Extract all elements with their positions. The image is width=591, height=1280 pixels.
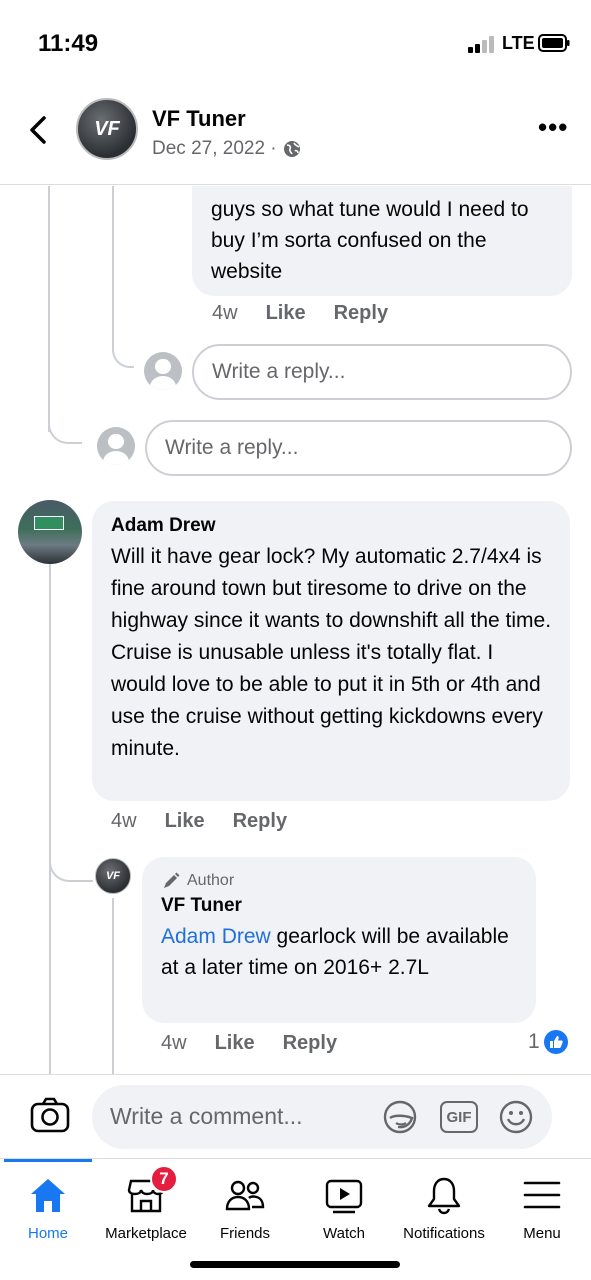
back-icon[interactable]	[26, 115, 50, 145]
tab-watch[interactable]: Watch	[296, 1159, 392, 1249]
tab-label: Menu	[523, 1225, 561, 1242]
comment-placeholder: Write a comment...	[110, 1103, 303, 1129]
author-avatar[interactable]: VF	[95, 858, 131, 894]
comment-meta: 4w Like Reply	[111, 810, 287, 833]
commenter-avatar[interactable]	[18, 500, 82, 564]
thread-line	[48, 186, 50, 432]
author-reply-text: Adam Drew gearlock will be available at …	[161, 921, 518, 983]
author-badge-label: Author	[187, 872, 235, 889]
author-reply-bubble: Author VF Tuner Adam Drew gearlock will …	[142, 857, 536, 1023]
like-button[interactable]: Like	[266, 302, 306, 325]
reaction-count[interactable]: 1	[528, 1030, 568, 1054]
commenter-name[interactable]: Adam Drew	[111, 515, 552, 537]
thread-connector	[49, 846, 93, 882]
battery-icon	[538, 34, 570, 52]
post-header: VF VF Tuner Dec 27, 2022 · •••	[0, 90, 591, 185]
comment-age: 4w	[111, 810, 137, 832]
watch-icon	[325, 1179, 363, 1214]
friends-icon	[225, 1180, 265, 1211]
reply-bubble: guys so what tune would I need to buy I’…	[192, 186, 572, 296]
gif-button[interactable]: GIF	[440, 1101, 478, 1133]
home-icon	[31, 1179, 65, 1212]
bell-icon	[427, 1177, 461, 1215]
tab-label: Notifications	[403, 1225, 485, 1242]
user-avatar	[97, 427, 135, 465]
author-reply-meta: 4w Like Reply	[161, 1032, 337, 1055]
reply-text: guys so what tune would I need to buy I’…	[211, 198, 529, 283]
post-date: Dec 27, 2022 ·	[152, 138, 301, 160]
thread-line-nested	[112, 898, 114, 1074]
network-label: LTE	[502, 33, 535, 53]
thread-line-nested	[112, 186, 114, 346]
thread-connector	[48, 406, 82, 444]
reply-age: 4w	[212, 302, 238, 324]
tab-notifications[interactable]: Notifications	[392, 1159, 496, 1249]
author-name[interactable]: VF Tuner	[161, 895, 518, 917]
bottom-tab-bar: Home 7 Marketplace Friends Watch Notific…	[0, 1158, 591, 1280]
pen-icon	[164, 872, 180, 888]
comment-composer: Write a comment... GIF	[0, 1074, 591, 1158]
author-badge: Author	[161, 871, 518, 891]
tab-home[interactable]: Home	[0, 1159, 96, 1249]
thread-line	[49, 564, 51, 1074]
more-options-icon[interactable]: •••	[538, 112, 568, 143]
comment-input[interactable]: Write a comment... GIF	[92, 1085, 552, 1149]
page-title[interactable]: VF Tuner	[152, 106, 246, 132]
camera-icon[interactable]	[30, 1097, 70, 1133]
comment-bubble: Adam Drew Will it have gear lock? My aut…	[92, 501, 570, 801]
reaction-count-value: 1	[528, 1030, 540, 1053]
tab-label: Marketplace	[105, 1225, 187, 1242]
like-button[interactable]: Like	[165, 810, 205, 833]
sticker-icon[interactable]	[382, 1099, 418, 1135]
post-date-text: Dec 27, 2022 ·	[152, 138, 277, 159]
globe-icon	[283, 141, 300, 157]
author-reply-age: 4w	[161, 1032, 187, 1054]
thread-connector-nested	[112, 336, 134, 368]
reply-button[interactable]: Reply	[283, 1032, 337, 1055]
reply-input-nested[interactable]: Write a reply...	[192, 344, 572, 400]
reply-button[interactable]: Reply	[233, 810, 287, 833]
user-avatar	[144, 352, 182, 390]
menu-icon	[523, 1181, 561, 1209]
tab-friends[interactable]: Friends	[196, 1159, 294, 1249]
marketplace-badge: 7	[150, 1165, 178, 1193]
status-bar: 11:49 LTE	[0, 0, 591, 90]
reply-meta: 4w Like Reply	[212, 302, 388, 325]
tab-label: Watch	[323, 1225, 365, 1242]
mention-link[interactable]: Adam Drew	[161, 925, 271, 948]
reply-button[interactable]: Reply	[334, 302, 388, 325]
comment-text: Will it have gear lock? My automatic 2.7…	[111, 545, 552, 760]
like-button[interactable]: Like	[215, 1032, 255, 1055]
home-indicator	[190, 1261, 400, 1268]
tab-menu[interactable]: Menu	[496, 1159, 588, 1249]
tab-label: Friends	[219, 1225, 271, 1242]
signal-icon	[468, 35, 496, 53]
comments-feed[interactable]: guys so what tune would I need to buy I’…	[0, 186, 591, 1074]
emoji-icon[interactable]	[498, 1099, 534, 1135]
tab-label: Home	[27, 1225, 68, 1242]
tab-marketplace[interactable]: 7 Marketplace	[98, 1159, 194, 1249]
page-avatar[interactable]: VF	[76, 98, 138, 160]
thumbs-up-icon	[543, 1030, 568, 1054]
reply-input[interactable]: Write a reply...	[145, 420, 572, 476]
status-time: 11:49	[38, 30, 99, 57]
